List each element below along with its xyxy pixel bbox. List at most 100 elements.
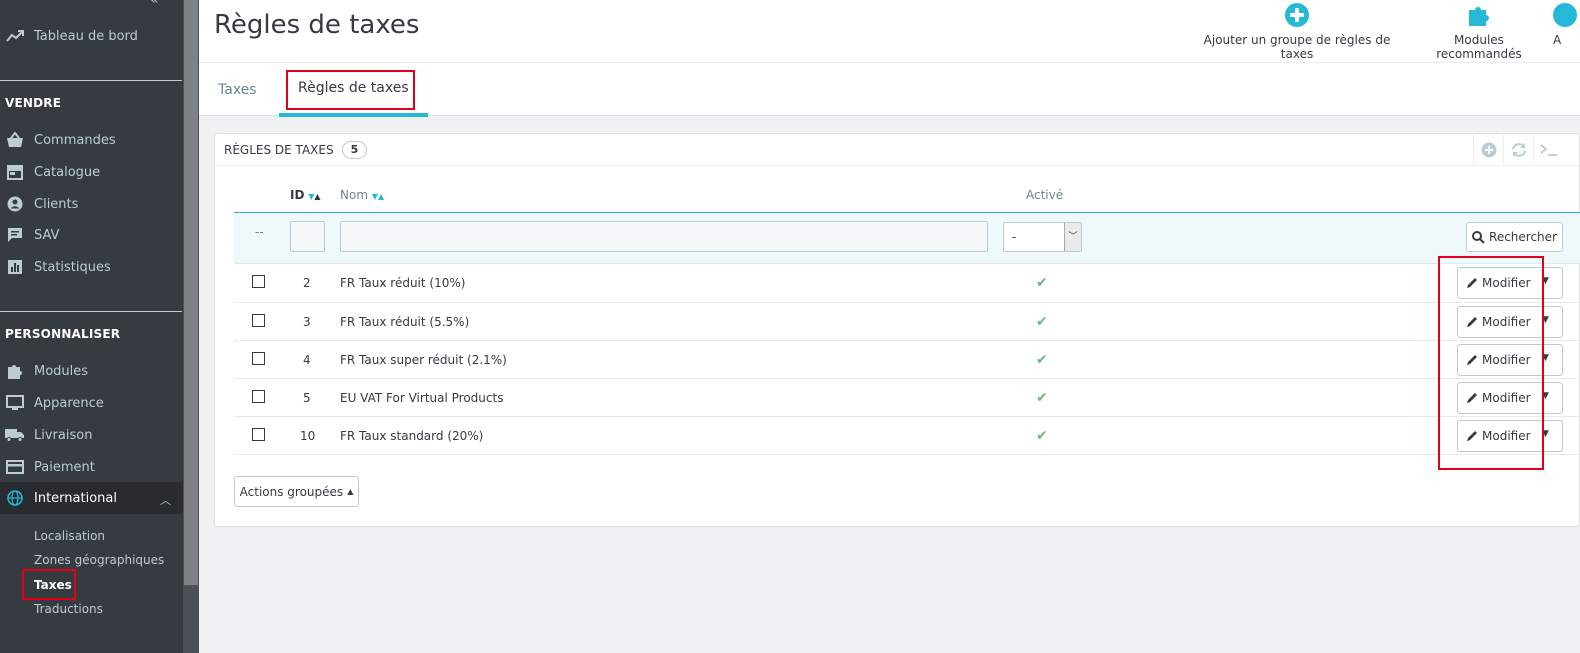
search-label: Rechercher (1489, 230, 1557, 244)
help-button[interactable]: A (1553, 3, 1580, 47)
check-icon[interactable]: ✔ (1036, 275, 1048, 291)
sidebar-section-customize: PERSONNALISER (5, 327, 121, 341)
column-header-active: Activé (1026, 188, 1064, 202)
filter-placeholder-dash: -- (255, 225, 264, 239)
sidebar-item-international[interactable]: International (0, 482, 183, 514)
sidebar-item-appearance[interactable]: Apparence (0, 387, 183, 419)
sidebar-scrollbar-thumb[interactable] (184, 0, 198, 585)
caret-up-icon: ▲ (347, 487, 354, 496)
toolbar-label: Ajouter un groupe de règles de taxes (1203, 33, 1391, 61)
check-icon[interactable]: ✔ (1036, 352, 1048, 368)
recommended-modules-button[interactable]: Modules recommandés (1411, 3, 1547, 61)
sidebar-item-catalog[interactable]: Catalogue (0, 156, 183, 188)
puzzle-icon (5, 361, 25, 381)
check-icon[interactable]: ✔ (1036, 428, 1048, 444)
sidebar-item-stats[interactable]: Statistiques (0, 251, 183, 283)
search-button[interactable]: Rechercher (1466, 222, 1563, 252)
add-new-icon[interactable] (1473, 134, 1503, 166)
sidebar-item-customers[interactable]: Clients (0, 188, 183, 220)
panel-heading: Règles de taxes 5 (215, 134, 1579, 166)
row-checkbox[interactable] (252, 390, 265, 403)
count-badge: 5 (341, 140, 368, 159)
row-id: 10 (300, 429, 316, 443)
name-filter-input[interactable] (340, 221, 988, 252)
highlight-box-tab (286, 70, 415, 110)
sidebar-item-modules[interactable]: Modules (0, 355, 183, 387)
check-icon[interactable]: ✔ (1036, 390, 1048, 406)
row-checkbox[interactable] (252, 275, 265, 288)
bulk-actions-label: Actions groupées (239, 484, 344, 499)
row-name: FR Taux réduit (10%) (340, 276, 466, 290)
sidebar-item-label: Apparence (34, 395, 104, 411)
add-circle-icon (1285, 3, 1309, 27)
check-icon[interactable]: ✔ (1036, 314, 1048, 330)
collapse-menu-icon[interactable]: « (150, 0, 159, 8)
help-circle-icon (1553, 3, 1577, 27)
column-label: Nom (340, 188, 369, 202)
sidebar-item-label: Livraison (34, 427, 93, 443)
sidebar-item-dashboard[interactable]: Tableau de bord (0, 20, 183, 52)
sidebar-item-label: International (34, 490, 117, 506)
panel-title: Règles de taxes (224, 142, 334, 157)
sidebar-item-label: Tableau de bord (34, 28, 138, 44)
store-icon (5, 162, 25, 182)
row-name: EU VAT For Virtual Products (340, 391, 504, 405)
refresh-icon[interactable] (1503, 134, 1533, 166)
panel-toolbar (1473, 134, 1563, 166)
sidebar-item-payment[interactable]: Paiement (0, 451, 183, 483)
chat-icon (5, 225, 25, 245)
chevron-up-icon[interactable]: ︿ (160, 492, 171, 508)
sql-terminal-icon[interactable] (1533, 134, 1563, 166)
row-id: 3 (303, 315, 311, 329)
sidebar-item-label: Paiement (34, 459, 95, 475)
truck-icon (5, 425, 25, 445)
add-tax-rules-group-button[interactable]: Ajouter un groupe de règles de taxes (1193, 3, 1401, 61)
sidebar-item-orders[interactable]: Commandes (0, 124, 183, 156)
highlight-box-taxes (22, 569, 76, 600)
globe-icon (5, 488, 25, 508)
sidebar-subitem-translations[interactable]: Traductions (34, 602, 103, 616)
row-name: FR Taux standard (20%) (340, 429, 484, 443)
search-icon (1472, 230, 1485, 244)
row-checkbox[interactable] (252, 352, 265, 365)
sidebar-item-label: Clients (34, 196, 79, 212)
sidebar-item-support[interactable]: SAV (0, 219, 183, 251)
row-id: 4 (303, 353, 311, 367)
sidebar-item-label: SAV (34, 227, 60, 243)
basket-icon (5, 130, 25, 150)
tab-taxes[interactable]: Taxes (199, 63, 276, 117)
row-id: 2 (303, 276, 311, 290)
sidebar-subitem-localization[interactable]: Localisation (34, 529, 105, 543)
toolbar-label: A (1553, 33, 1562, 47)
sort-arrows-icon[interactable]: ▼▲ (308, 192, 320, 201)
column-label: ID (290, 188, 305, 202)
toolbar-label: Modules recommandés (1436, 33, 1522, 61)
select-value: - (1012, 230, 1017, 244)
id-filter-input[interactable] (290, 221, 325, 252)
chevron-down-icon: ﹀ (1064, 223, 1081, 251)
bulk-actions-button[interactable]: Actions groupées ▲ (234, 476, 359, 507)
account-circle-icon (5, 194, 25, 214)
row-name: FR Taux réduit (5.5%) (340, 315, 470, 329)
bar-chart-icon (5, 257, 25, 277)
page-title: Règles de taxes (214, 10, 420, 40)
row-name: FR Taux super réduit (2.1%) (340, 353, 507, 367)
sidebar-divider (0, 311, 182, 312)
sidebar-item-label: Statistiques (34, 259, 111, 275)
sidebar-item-label: Modules (34, 363, 89, 379)
sidebar-item-shipping[interactable]: Livraison (0, 419, 183, 451)
highlight-box-edit-buttons (1438, 256, 1544, 470)
monitor-icon (5, 393, 25, 413)
sort-arrows-icon[interactable]: ▼▲ (372, 192, 384, 201)
row-checkbox[interactable] (252, 314, 265, 327)
sidebar-item-label: Commandes (34, 132, 116, 148)
sidebar-section-sell: VENDRE (5, 96, 62, 110)
row-checkbox[interactable] (252, 428, 265, 441)
sidebar-divider (0, 80, 182, 81)
sidebar-subitem-zones[interactable]: Zones géographiques (34, 553, 164, 567)
column-header-id[interactable]: ID ▼▲ (290, 188, 321, 202)
column-header-name[interactable]: Nom ▼▲ (340, 188, 384, 202)
puzzle-icon (1469, 7, 1489, 26)
credit-card-icon (5, 457, 25, 477)
active-filter-select[interactable]: - ﹀ (1003, 222, 1082, 252)
